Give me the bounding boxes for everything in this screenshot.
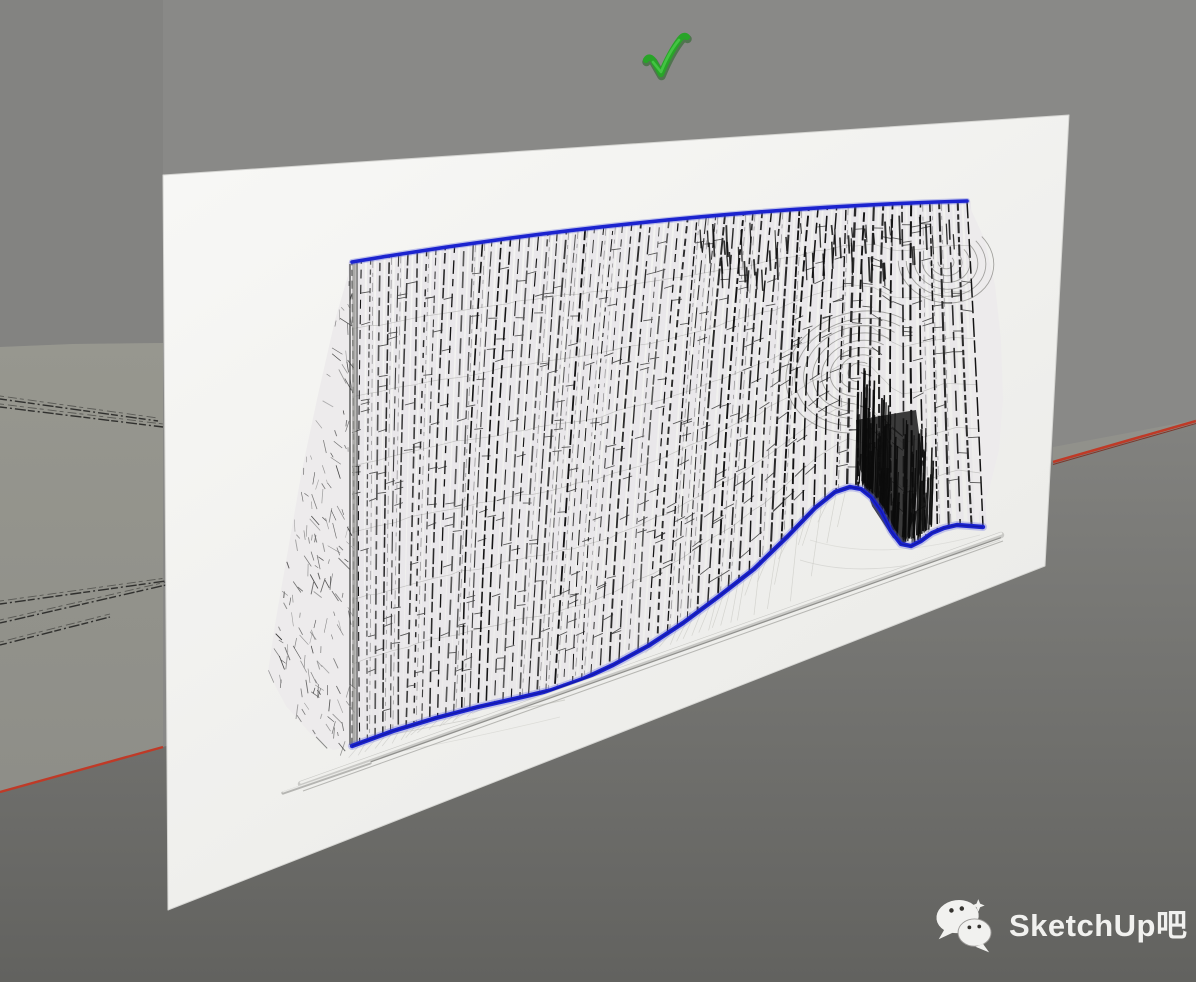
- watermark-label: SketchUp吧: [1009, 908, 1188, 943]
- watermark: SketchUp吧: [934, 896, 1187, 956]
- viewport-canvas[interactable]: [0, 0, 1196, 982]
- sketchup-viewport[interactable]: SketchUp吧: [0, 0, 1196, 982]
- wechat-icon: [936, 899, 992, 953]
